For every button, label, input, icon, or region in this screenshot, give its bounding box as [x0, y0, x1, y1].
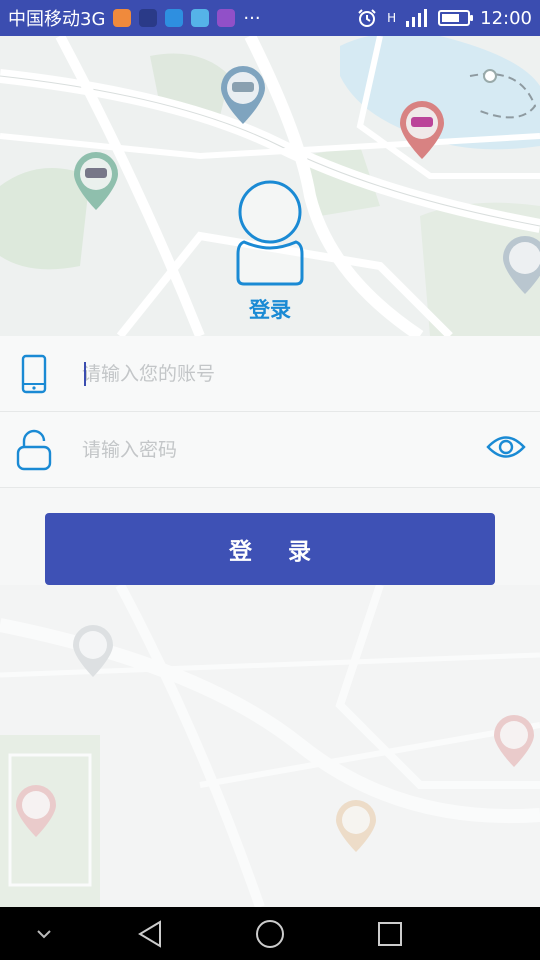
avatar	[0, 178, 540, 292]
login-button[interactable]: 登 录	[45, 513, 495, 585]
password-row	[0, 412, 540, 488]
camera-app-icon	[113, 9, 132, 27]
message-app-icon	[165, 9, 184, 27]
show-password-icon[interactable]	[486, 432, 526, 466]
chevron-down-icon	[37, 929, 51, 938]
lock-icon	[0, 429, 68, 471]
cloud-app-icon	[191, 9, 210, 27]
hide-nav-button[interactable]	[24, 907, 64, 960]
page-title: 登录	[249, 298, 291, 322]
text-cursor	[84, 362, 86, 386]
password-input[interactable]	[82, 438, 462, 461]
account-row	[0, 336, 540, 412]
account-input[interactable]	[82, 362, 462, 385]
home-button[interactable]	[250, 907, 290, 960]
phone-icon	[0, 354, 68, 394]
recents-button[interactable]	[370, 907, 410, 960]
more-notifications-icon: ···	[243, 7, 261, 29]
home-icon	[256, 919, 284, 948]
recents-icon	[378, 921, 402, 946]
carrier-label: 中国移动3G	[8, 9, 106, 30]
signal-icon	[406, 9, 428, 27]
navigation-bar	[0, 907, 540, 960]
status-bar: 中国移动3G ··· H 12:00	[0, 0, 540, 36]
alarm-icon	[358, 9, 376, 27]
clock: 12:00	[480, 7, 532, 29]
back-button[interactable]	[130, 907, 170, 960]
network-type-label: H	[387, 11, 397, 25]
battery-icon	[438, 10, 474, 26]
maps-app-icon	[139, 9, 158, 27]
map-background-bottom	[0, 585, 540, 907]
user-icon	[236, 180, 304, 286]
gallery-app-icon	[217, 9, 236, 27]
back-icon	[138, 919, 161, 948]
